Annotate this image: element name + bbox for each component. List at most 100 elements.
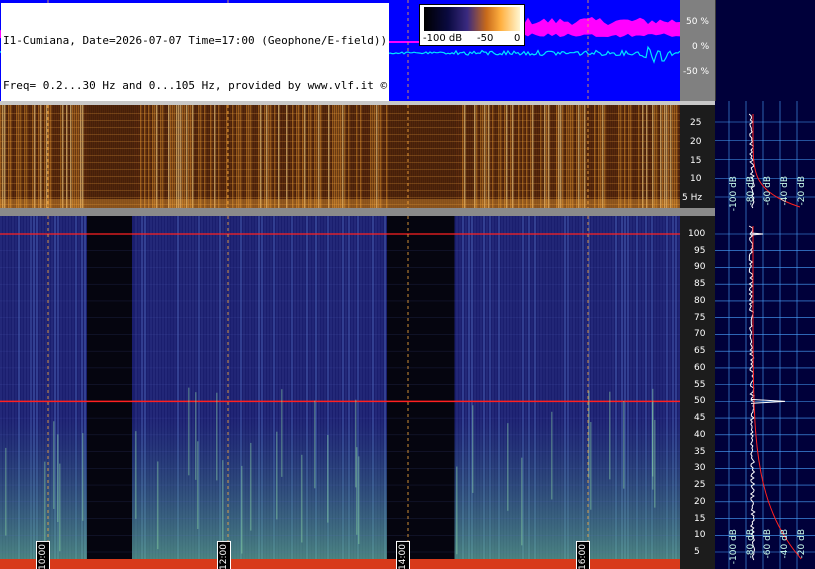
spectrogram-high-streak <box>241 465 243 554</box>
spectrogram-high-streak <box>472 405 474 493</box>
spectrogram-high-streak <box>197 441 199 529</box>
spectrogram-high-streak <box>609 391 611 480</box>
spectrogram-high-tick: 60 <box>694 362 706 373</box>
spectrogram-high-tick: 85 <box>694 279 706 290</box>
spectrogram-low-band <box>0 127 680 128</box>
spectrogram-high <box>0 216 680 569</box>
spectrogram-high-streak <box>356 447 358 535</box>
spectrogram-low-band <box>0 134 680 135</box>
spectrogram-high-gap <box>387 216 455 569</box>
spectrogram-low-tick: 20 <box>690 136 702 147</box>
db-label-low-60: -60 dB <box>763 176 773 206</box>
spectrogram-high-tick: 90 <box>694 262 706 273</box>
spectrogram-high-tick: 100 <box>688 229 706 239</box>
spectrogram-high-streak <box>590 422 592 510</box>
spectrogram-low-tick: 25 <box>690 118 702 128</box>
spectrogram-low-band <box>0 190 680 191</box>
spectrogram-high-streak <box>222 460 224 548</box>
spectrogram-high-streak <box>250 442 252 531</box>
waveform-tick-0: 0 % <box>692 42 710 52</box>
spectrogram-high-streak <box>5 447 7 536</box>
db-label-high-60: -60 dB <box>763 529 773 559</box>
spectrogram-high-streak <box>188 387 190 476</box>
waveform-tick-minus50: -50 % <box>683 67 710 77</box>
spectrogram-high-tick: 5 <box>694 547 700 557</box>
spectrogram-high-tick: 10 <box>694 530 706 541</box>
spectrogram-low-band <box>0 197 680 198</box>
spectrogram-high-streak <box>521 457 523 546</box>
spectrogram-high-streak <box>53 421 55 509</box>
spectrogram-high-tick: 65 <box>694 346 706 357</box>
spectrogram-high-tick: 40 <box>694 429 706 440</box>
spectrogram-high-tick: 30 <box>694 463 706 474</box>
time-label-1200: 12:00 <box>217 541 231 569</box>
spectrogram-high-streak <box>276 431 278 520</box>
spectrogram-high-streak <box>44 461 46 550</box>
spectrogram-high-tick: 95 <box>694 245 706 256</box>
spectrogram-high-tick: 25 <box>694 480 706 491</box>
db-label-high-80: -80 dB <box>746 529 756 559</box>
spectrogram-low-band <box>0 183 680 184</box>
spectrogram-high-streak <box>327 434 329 523</box>
spectrogram-high-tick: 50 <box>694 396 706 407</box>
spectrogram-high-streak <box>82 433 84 521</box>
colorbar-gradient <box>424 7 520 31</box>
spectrogram-high-streak <box>623 400 625 489</box>
spectrum-high-db-axis: -100 dB -80 dB -60 dB -40 dB -20 dB <box>728 529 815 569</box>
spectrogram-low-tick: 5 Hz <box>682 193 703 203</box>
spectrogram-low-band <box>0 120 680 121</box>
spectrogram-high-streak <box>195 392 197 480</box>
spectrogram-high-streak <box>301 454 303 543</box>
db-label-low-20: -20 dB <box>797 176 807 206</box>
spectrogram-high-tick: 45 <box>694 413 706 424</box>
waveform-tick-50: 50 % <box>686 17 709 27</box>
spectrum-high-panel <box>715 216 815 569</box>
spectrogram-low-band <box>0 141 680 142</box>
spectrogram-high-streak <box>135 431 137 519</box>
spectrogram-high-tick: 35 <box>694 446 706 457</box>
spectrogram-high-streak <box>157 461 159 550</box>
spectrogram-high-tick: 15 <box>694 513 706 524</box>
spectrogram-high-streak <box>281 389 283 477</box>
spectrogram-high-tick: 75 <box>694 312 706 323</box>
spectrogram-low-band <box>0 176 680 177</box>
spectrogram-high-streak <box>551 411 553 500</box>
spectrogram-low <box>0 105 680 208</box>
spectrogram-high-streak <box>456 466 458 555</box>
db-label-low-40: -40 dB <box>780 176 790 206</box>
spectrogram-low-band <box>0 155 680 156</box>
spectrogram-high-tick: 55 <box>694 379 706 390</box>
panel-separator-2 <box>0 208 715 216</box>
spectrum-panel-background <box>715 216 815 569</box>
spectrogram-low-tick: 10 <box>690 174 702 185</box>
frequency-info-line2: Freq= 0.2...30 Hz and 0...105 Hz, provid… <box>3 79 388 92</box>
waveform-axis: 50 % 0 % -50 % <box>680 0 715 101</box>
spectrogram-high-streak <box>216 392 218 481</box>
colorbar-label-mid: -50 <box>477 33 494 44</box>
db-label-high-100: -100 dB <box>729 529 739 565</box>
db-label-high-20: -20 dB <box>797 529 807 559</box>
spectrogram-high-streak <box>507 423 509 511</box>
spectrogram-low-band <box>0 162 680 163</box>
spectrum-low-db-axis: -100 dB -80 dB -60 dB -40 dB -20 dB <box>728 176 815 216</box>
station-info-line1: I1-Cumiana, Date=2026-07-07 Time=17:00 (… <box>3 34 388 47</box>
spectrogram-low-band <box>0 169 680 170</box>
db-label-high-40: -40 dB <box>780 529 790 559</box>
spectrogram-high-streak <box>654 419 656 508</box>
side-panel-top <box>715 0 815 101</box>
time-label-1000: 10:00 <box>36 541 50 569</box>
spectrogram-low-band <box>0 148 680 149</box>
spectrogram-high-streak <box>57 434 59 523</box>
time-label-1400: 14:00 <box>396 541 410 569</box>
spectrogram-low-base <box>0 199 680 208</box>
spectrogram-high-tick: 70 <box>694 329 706 340</box>
spectrogram-high-streak <box>358 456 360 545</box>
spectrogram-high-tick: 20 <box>694 496 706 507</box>
colorbar-legend: -100 dB -50 0 <box>419 4 525 46</box>
spectrogram-high-tick: 80 <box>694 295 706 306</box>
db-label-low-80: -80 dB <box>746 176 756 206</box>
colorbar-label-min: -100 dB <box>423 33 463 44</box>
spectrogram-high-streak <box>314 400 316 489</box>
spectrogram-low-band <box>0 113 680 114</box>
spectrogram-low-tick: 15 <box>690 155 702 166</box>
